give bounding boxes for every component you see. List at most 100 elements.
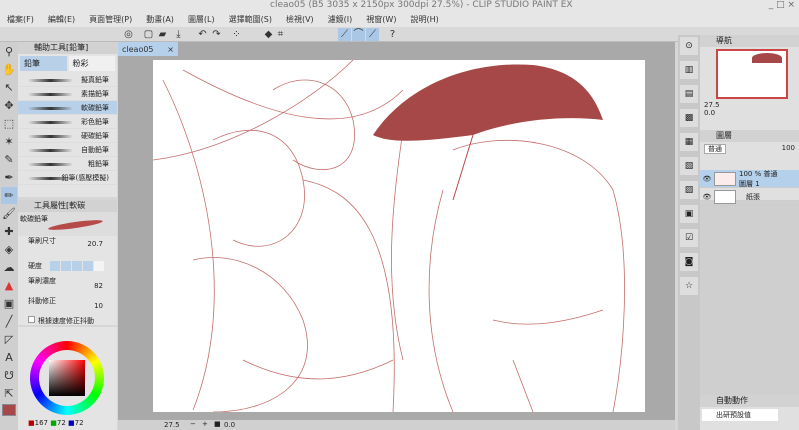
eye-icon[interactable]: 👁 xyxy=(700,175,714,183)
operation-tool-icon[interactable]: ↖ xyxy=(1,79,17,96)
open-folder-icon[interactable]: ▰ xyxy=(156,28,169,41)
hardness-step[interactable] xyxy=(50,261,60,271)
material-star-icon[interactable]: ☆ xyxy=(680,277,698,295)
zoom-in-button[interactable]: + xyxy=(202,420,208,428)
snap-grid-icon[interactable]: ⟋ xyxy=(366,28,379,41)
frame-tool-icon[interactable]: ◸ xyxy=(1,331,17,348)
speed-checkbox[interactable] xyxy=(28,316,35,323)
drawing-canvas[interactable] xyxy=(153,60,645,412)
main-color-swatch[interactable] xyxy=(2,404,16,416)
redo-icon[interactable]: ↷ xyxy=(210,28,223,41)
navigator-zoom[interactable]: 27.5 xyxy=(700,101,799,109)
color-wheel[interactable] xyxy=(30,341,104,415)
menu-file[interactable]: 檔案(F) xyxy=(0,11,41,27)
menu-animation[interactable]: 動畫(A) xyxy=(139,11,181,27)
red-value: 167 xyxy=(34,419,48,427)
pencil-tool-icon[interactable]: ✏ xyxy=(1,187,17,204)
brush-item[interactable]: 素描鉛筆 xyxy=(18,87,117,101)
menu-view[interactable]: 檢視(V) xyxy=(279,11,321,27)
brush-item[interactable]: 自動鉛筆 xyxy=(18,143,117,157)
balloon-tool-icon[interactable]: ☋ xyxy=(1,367,17,384)
undo-icon[interactable]: ↶ xyxy=(196,28,209,41)
material-icon[interactable]: ▩ xyxy=(680,109,698,127)
saturation-value-square[interactable] xyxy=(49,360,85,396)
hardness-step[interactable] xyxy=(61,261,71,271)
material-folder-icon[interactable]: ▣ xyxy=(680,205,698,223)
pen-tool-icon[interactable]: ✒ xyxy=(1,169,17,186)
new-file-icon[interactable]: ▢ xyxy=(142,28,155,41)
brush-tool-icon[interactable]: 🖌 xyxy=(1,205,17,222)
blend-tool-icon[interactable]: ☁ xyxy=(1,259,17,276)
menu-selection[interactable]: 選擇範圍(S) xyxy=(222,11,279,27)
help-icon[interactable]: ? xyxy=(386,28,399,41)
fill-tool-icon[interactable]: ▲ xyxy=(1,277,17,294)
deselect-icon[interactable]: ⁘ xyxy=(230,28,243,41)
eraser-icon[interactable]: ◈ xyxy=(1,241,17,258)
close-tab-icon[interactable]: × xyxy=(167,45,174,54)
menu-filter[interactable]: 濾鏡(I) xyxy=(321,11,360,27)
tab-pencil[interactable]: 鉛筆 xyxy=(20,56,67,71)
density-row[interactable]: 筆刷濃度 82 xyxy=(18,276,117,296)
fit-button[interactable]: ■ xyxy=(214,420,221,428)
angle-value[interactable]: 0.0 xyxy=(224,421,235,429)
material-check-icon[interactable]: ☑ xyxy=(680,229,698,247)
brush-size-value[interactable]: 20.7 xyxy=(87,240,103,248)
layer-row[interactable]: 👁 100 % 普通 圖層 1 xyxy=(700,170,799,188)
save-icon[interactable]: ⤓ xyxy=(172,28,185,41)
zoom-tool-icon[interactable]: ⚲ xyxy=(1,43,17,60)
hand-tool-icon[interactable]: ✋ xyxy=(1,61,17,78)
brush-item[interactable]: 粗鉛筆 xyxy=(18,157,117,171)
menu-help[interactable]: 說明(H) xyxy=(403,11,445,27)
material-3d-icon[interactable]: ◙ xyxy=(680,253,698,271)
document-tab[interactable]: cleao05 × xyxy=(118,42,178,56)
layer-row[interactable]: 👁 紙張 xyxy=(700,188,799,206)
brush-label: 彩色鉛筆 xyxy=(81,117,109,126)
brush-item[interactable]: 硬碳鉛筆 xyxy=(18,129,117,143)
navigator-angle[interactable]: 0.0 xyxy=(700,109,799,117)
brush-item[interactable]: 擬真鉛筆 xyxy=(18,73,117,87)
eye-icon[interactable]: 👁 xyxy=(700,193,714,201)
gradient-icon[interactable]: ▣ xyxy=(1,295,17,312)
material-manga-icon[interactable]: ▨ xyxy=(680,181,698,199)
auto-select-icon[interactable]: ✶ xyxy=(1,133,17,150)
brush-size-row[interactable]: 筆刷尺寸 20.7 xyxy=(18,236,117,256)
eyedropper-icon[interactable]: ✎ xyxy=(1,151,17,168)
sub-view-icon[interactable]: ▤ xyxy=(680,85,698,103)
brush-item[interactable]: 彩色鉛筆 xyxy=(18,115,117,129)
blend-mode-select[interactable]: 普通 xyxy=(704,144,726,154)
snap-special-ruler-icon[interactable]: ⌒ xyxy=(352,28,365,41)
window-controls[interactable]: _ □ × xyxy=(769,0,795,10)
move-tool-icon[interactable]: ✥ xyxy=(1,97,17,114)
zoom-out-button[interactable]: − xyxy=(190,420,196,428)
text-tool-icon[interactable]: A xyxy=(1,349,17,366)
menu-layer[interactable]: 圖層(L) xyxy=(181,11,222,27)
material-pattern-icon[interactable]: ▦ xyxy=(680,133,698,151)
hardness-step[interactable] xyxy=(83,261,93,271)
auto-action-set-select[interactable]: 出研預設值 xyxy=(702,409,778,421)
menu-edit[interactable]: 編輯(E) xyxy=(41,11,82,27)
zoom-value[interactable]: 27.5 xyxy=(164,421,180,429)
crop-icon[interactable]: ⌗ xyxy=(274,28,287,41)
decoration-tool-icon[interactable]: ✚ xyxy=(1,223,17,240)
menu-window[interactable]: 視窗(W) xyxy=(359,11,403,27)
selection-tool-icon[interactable]: ⬚ xyxy=(1,115,17,132)
navigator-icon[interactable]: ⊙ xyxy=(680,37,698,55)
layer-property-icon[interactable]: ▥ xyxy=(680,61,698,79)
material-image-icon[interactable]: ▧ xyxy=(680,157,698,175)
hardness-selector[interactable] xyxy=(50,261,104,271)
brush-item-selected[interactable]: 軟碳鉛筆 xyxy=(18,101,117,115)
opacity-value[interactable]: 100 xyxy=(782,144,795,152)
figure-tool-icon[interactable]: ╱ xyxy=(1,313,17,330)
stabilizer-value[interactable]: 10 xyxy=(94,302,103,310)
density-value[interactable]: 82 xyxy=(94,282,103,290)
brush-item[interactable]: 鉛筆(感壓模擬) xyxy=(18,171,117,185)
menu-page[interactable]: 頁面管理(P) xyxy=(82,11,139,27)
correct-line-icon[interactable]: ⇱ xyxy=(1,385,17,402)
navigator-preview[interactable] xyxy=(716,49,788,99)
tab-pastel[interactable]: 粉彩 xyxy=(68,56,115,71)
snap-ruler-icon[interactable]: ⟋ xyxy=(338,28,351,41)
hardness-step[interactable] xyxy=(72,261,82,271)
stabilizer-row[interactable]: 抖動修正 10 xyxy=(18,296,117,316)
clip-studio-icon[interactable]: ◎ xyxy=(122,28,135,41)
hardness-step[interactable] xyxy=(94,261,104,271)
